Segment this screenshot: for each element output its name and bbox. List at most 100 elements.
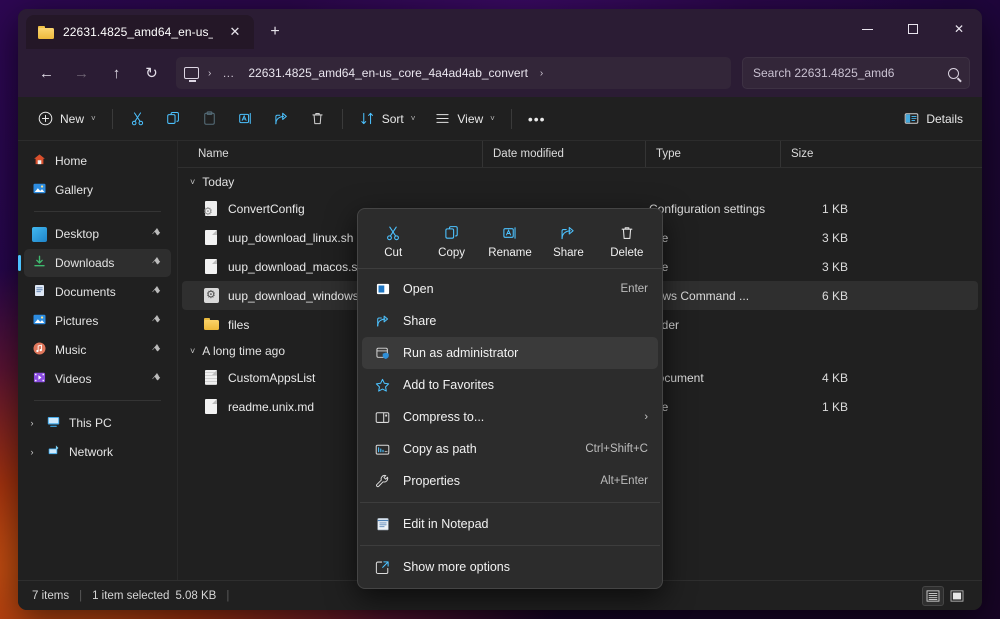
search-box[interactable] bbox=[742, 57, 970, 89]
sidebar-item-home[interactable]: Home bbox=[24, 147, 171, 175]
chevron-down-icon-sort: ˅ bbox=[411, 114, 416, 123]
config-file-icon bbox=[204, 200, 219, 217]
rename-icon bbox=[501, 224, 519, 242]
context-cut-button[interactable]: Cut bbox=[364, 219, 422, 261]
context-menu-item-properties[interactable]: Properties Alt+Enter bbox=[362, 465, 658, 497]
context-menu-item-copy-as-path[interactable]: Copy as path Ctrl+Shift+C bbox=[362, 433, 658, 465]
shield-run-icon bbox=[374, 345, 391, 361]
browser-tab[interactable]: 22631.4825_amd64_en-us_cor ✕ bbox=[26, 15, 254, 49]
sidebar-item-network[interactable]: › Network bbox=[24, 438, 171, 466]
more-options-button[interactable]: ••• bbox=[519, 103, 555, 135]
copy-icon bbox=[443, 224, 461, 242]
sidebar-label-network: Network bbox=[69, 445, 163, 459]
window-controls: ✕ bbox=[844, 9, 982, 49]
status-divider-2: | bbox=[226, 590, 229, 602]
pin-icon-videos[interactable]: ⚑ bbox=[149, 371, 165, 387]
breadcrumb-next-chevron-icon[interactable]: › bbox=[537, 68, 546, 79]
context-cut-label: Cut bbox=[384, 247, 402, 259]
large-icons-view-toggle[interactable] bbox=[946, 586, 968, 606]
context-menu-item-open[interactable]: Open Enter bbox=[362, 273, 658, 305]
expand-chevron-icon-this-pc[interactable]: › bbox=[26, 418, 38, 428]
this-pc-icon[interactable] bbox=[184, 67, 199, 79]
up-button[interactable]: ↑ bbox=[100, 57, 133, 90]
chevron-down-icon-view: ˅ bbox=[490, 114, 495, 123]
context-menu-item-share[interactable]: Share bbox=[362, 305, 658, 337]
close-window-button[interactable]: ✕ bbox=[936, 9, 982, 49]
sidebar-item-pictures[interactable]: Pictures ⚑ bbox=[24, 307, 171, 335]
notepad-icon bbox=[374, 516, 391, 532]
sidebar-label-music: Music bbox=[55, 343, 143, 357]
new-tab-button[interactable]: + bbox=[262, 20, 288, 44]
minimize-button[interactable] bbox=[844, 9, 890, 49]
cut-icon bbox=[384, 224, 402, 242]
wrench-icon bbox=[374, 473, 391, 490]
new-button[interactable]: New ˅ bbox=[28, 103, 105, 135]
breadcrumb-current-folder[interactable]: 22631.4825_amd64_en-us_core_4a4ad4ab_con… bbox=[243, 63, 533, 83]
sidebar-item-music[interactable]: Music ⚑ bbox=[24, 336, 171, 364]
breadcrumb-chevron-icon[interactable]: › bbox=[205, 68, 214, 79]
maximize-button[interactable] bbox=[890, 9, 936, 49]
view-toggle-group bbox=[922, 586, 968, 606]
context-rename-label: Rename bbox=[488, 247, 531, 259]
close-tab-icon[interactable]: ✕ bbox=[222, 20, 248, 44]
sort-button[interactable]: Sort ˅ bbox=[350, 103, 425, 135]
sidebar-item-desktop[interactable]: Desktop ⚑ bbox=[24, 220, 171, 248]
navigation-bar: ← → ↑ ↻ › … 22631.4825_amd64_en-us_core_… bbox=[18, 49, 982, 97]
breadcrumb-overflow-icon[interactable]: … bbox=[218, 66, 239, 80]
context-show-more-label: Show more options bbox=[403, 560, 636, 574]
rename-icon bbox=[237, 110, 254, 127]
column-header-type[interactable]: Type bbox=[645, 141, 780, 167]
context-menu-item-show-more-options[interactable]: Show more options bbox=[362, 551, 658, 583]
pin-icon-music[interactable]: ⚑ bbox=[149, 342, 165, 358]
view-button[interactable]: View ˅ bbox=[425, 103, 503, 135]
address-bar[interactable]: › … 22631.4825_amd64_en-us_core_4a4ad4ab… bbox=[176, 57, 731, 89]
group-chevron-icon-today[interactable]: ˅ bbox=[190, 177, 195, 187]
column-header-size[interactable]: Size bbox=[780, 141, 868, 167]
context-menu-item-edit-in-notepad[interactable]: Edit in Notepad bbox=[362, 508, 658, 540]
toolbar-divider-3 bbox=[511, 109, 512, 129]
cut-button[interactable] bbox=[120, 103, 155, 135]
context-menu-item-add-to-favorites[interactable]: Add to Favorites bbox=[362, 369, 658, 401]
group-chevron-icon-long-ago[interactable]: ˅ bbox=[190, 346, 195, 356]
context-copy-button[interactable]: Copy bbox=[422, 219, 480, 261]
tab-title: 22631.4825_amd64_en-us_cor bbox=[63, 25, 213, 39]
details-pane-button[interactable]: Details bbox=[894, 103, 972, 135]
pin-icon-documents[interactable]: ⚑ bbox=[149, 284, 165, 300]
sidebar-item-this-pc[interactable]: › This PC bbox=[24, 409, 171, 437]
context-menu-item-run-as-administrator[interactable]: Run as administrator bbox=[362, 337, 658, 369]
pin-icon-desktop[interactable]: ⚑ bbox=[149, 226, 165, 242]
context-delete-button[interactable]: Delete bbox=[598, 219, 656, 261]
toolbar-divider-2 bbox=[342, 109, 343, 129]
expand-chevron-icon-network[interactable]: › bbox=[26, 447, 38, 457]
forward-button[interactable]: → bbox=[65, 57, 98, 90]
sidebar-label-desktop: Desktop bbox=[55, 227, 143, 241]
back-button[interactable]: ← bbox=[30, 57, 63, 90]
refresh-button[interactable]: ↻ bbox=[135, 57, 168, 90]
search-icon[interactable] bbox=[948, 68, 959, 79]
context-rename-button[interactable]: Rename bbox=[481, 219, 539, 261]
status-selection-size: 5.08 KB bbox=[175, 590, 216, 602]
sidebar-item-documents[interactable]: Documents ⚑ bbox=[24, 278, 171, 306]
sidebar-item-downloads[interactable]: Downloads ⚑ bbox=[24, 249, 171, 277]
sidebar-item-gallery[interactable]: Gallery bbox=[24, 176, 171, 204]
pin-icon-downloads[interactable]: ⚑ bbox=[149, 255, 165, 271]
details-view-toggle[interactable] bbox=[922, 586, 944, 606]
toolbar-divider bbox=[112, 109, 113, 129]
network-icon bbox=[46, 443, 61, 461]
copy-button[interactable] bbox=[156, 103, 191, 135]
sidebar-label-videos: Videos bbox=[55, 372, 143, 386]
delete-button[interactable] bbox=[300, 103, 335, 135]
share-button[interactable] bbox=[264, 103, 299, 135]
column-header-date-modified[interactable]: Date modified bbox=[482, 141, 645, 167]
context-share-button[interactable]: Share bbox=[539, 219, 597, 261]
context-menu-item-compress-to[interactable]: Compress to... › bbox=[362, 401, 658, 433]
group-header-today[interactable]: ˅ Today bbox=[178, 170, 982, 194]
pin-icon-pictures[interactable]: ⚑ bbox=[149, 313, 165, 329]
sidebar-item-videos[interactable]: Videos ⚑ bbox=[24, 365, 171, 393]
context-properties-label: Properties bbox=[403, 474, 588, 488]
share-icon bbox=[559, 224, 577, 242]
group-label-today: Today bbox=[202, 175, 234, 189]
rename-button[interactable] bbox=[228, 103, 263, 135]
search-input[interactable] bbox=[753, 66, 942, 80]
column-header-name[interactable]: Name bbox=[188, 141, 482, 167]
